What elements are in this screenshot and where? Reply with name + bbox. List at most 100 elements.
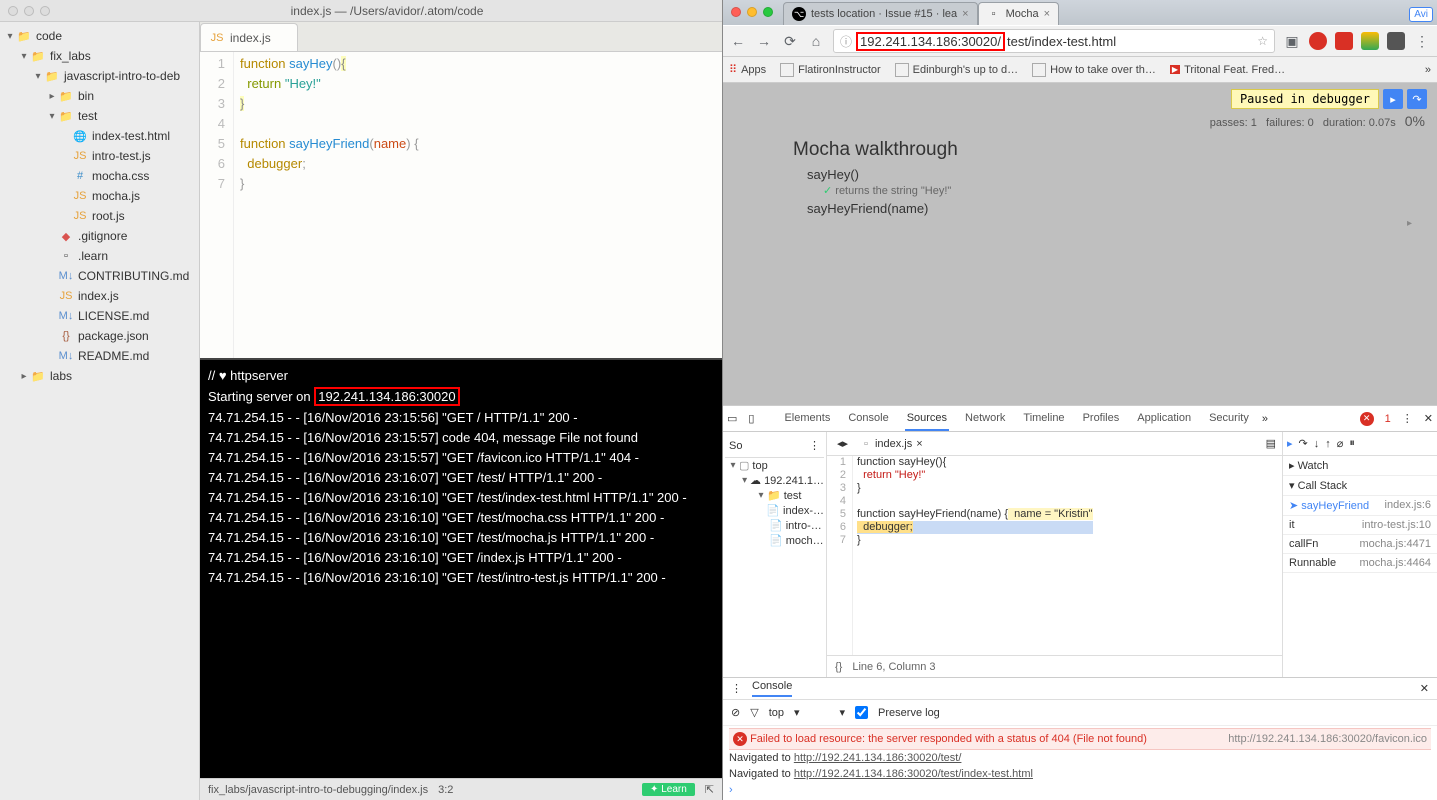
file-tree[interactable]: ▾📁code ▾📁fix_labs▾📁javascript-intro-to-d… xyxy=(0,22,200,800)
terminal[interactable]: // ♥ httpserver Starting server on 192.2… xyxy=(200,358,722,778)
tree-item[interactable]: ▾📁fix_labs xyxy=(0,46,199,66)
wrap-icon[interactable]: ▤ xyxy=(1266,437,1276,450)
max-dot[interactable] xyxy=(40,6,50,16)
preserve-log-checkbox[interactable] xyxy=(855,706,868,719)
nav-folder[interactable]: test xyxy=(784,490,802,502)
nav-file[interactable]: 📄intro-… xyxy=(725,518,824,533)
close-tab-icon[interactable]: × xyxy=(1044,8,1050,20)
editor-tabs[interactable]: JS index.js xyxy=(200,22,722,52)
pocket-icon[interactable] xyxy=(1387,32,1405,50)
nav-link[interactable]: http://192.241.134.186:30020/test/index-… xyxy=(794,768,1033,780)
sources-nav[interactable]: So⋮ ▾▢top ▾☁ 192.241.1… ▾📁test 📄index-…📄… xyxy=(723,432,827,677)
tree-item[interactable]: ▸📁labs xyxy=(0,366,199,386)
tree-item[interactable]: ◆.gitignore xyxy=(0,226,199,246)
deact-icon[interactable]: ⌀ xyxy=(1337,437,1344,450)
inspect-icon[interactable]: ▭ xyxy=(727,412,737,425)
tree-item[interactable]: JSroot.js xyxy=(0,206,199,226)
nav-host[interactable]: 192.241.1… xyxy=(764,475,824,487)
min-dot[interactable] xyxy=(747,7,757,17)
tab-index-js[interactable]: JS index.js xyxy=(200,23,298,51)
console-prompt[interactable]: › xyxy=(729,782,1431,798)
tree-item[interactable]: ▾📁test xyxy=(0,106,199,126)
browser-tab[interactable]: ⌥tests location · Issue #15 · lea× xyxy=(783,2,978,25)
traffic-lights[interactable] xyxy=(8,6,50,16)
reload-icon[interactable]: ⟳ xyxy=(781,32,799,50)
devtools-tab[interactable]: Security xyxy=(1207,407,1251,431)
code-pane[interactable]: 1234567 function sayHey(){ return "Hey!"… xyxy=(200,52,722,358)
nav-file[interactable]: 📄index-… xyxy=(725,503,824,518)
step-out-icon[interactable]: ↑ xyxy=(1325,438,1331,450)
tree-item[interactable]: ▾📁javascript-intro-to-deb xyxy=(0,66,199,86)
nav-link[interactable]: http://192.241.134.186:30020/test/ xyxy=(794,752,962,764)
tree-item[interactable]: M↓CONTRIBUTING.md xyxy=(0,266,199,286)
devtools-tab[interactable]: Sources xyxy=(905,407,949,431)
close-icon[interactable]: ✕ xyxy=(1424,412,1433,425)
tree-item[interactable]: ▸📁bin xyxy=(0,86,199,106)
devtools-tab[interactable]: Application xyxy=(1135,407,1193,431)
info-icon[interactable]: ⓘ xyxy=(840,33,852,50)
callstack-frame[interactable]: ➤ sayHeyFriendindex.js:6 xyxy=(1283,496,1437,516)
callstack-frame[interactable]: itintro-test.js:10 xyxy=(1283,516,1437,535)
error-count-icon[interactable]: ✕ xyxy=(1360,412,1374,426)
collapse-icon[interactable]: ▸ xyxy=(1407,218,1412,229)
tree-root[interactable]: ▾📁code xyxy=(0,26,199,46)
step-icon[interactable]: ↷ xyxy=(1407,89,1427,109)
source-tab-index[interactable]: ▫index.js × xyxy=(860,435,927,453)
step-in-icon[interactable]: ↓ xyxy=(1314,438,1320,450)
drive-icon[interactable] xyxy=(1361,32,1379,50)
home-icon[interactable]: ⌂ xyxy=(807,32,825,50)
tree-item[interactable]: ▫.learn xyxy=(0,246,199,266)
bookmark[interactable]: FlatironInstructor xyxy=(780,63,881,77)
suite[interactable]: sayHeyFriend(name) xyxy=(807,201,1433,216)
tree-item[interactable]: M↓LICENSE.md xyxy=(0,306,199,326)
back-icon[interactable]: ← xyxy=(729,32,747,50)
devtools-tab[interactable]: Timeline xyxy=(1021,407,1066,431)
bookmark[interactable]: ▶Tritonal Feat. Fred… xyxy=(1170,63,1285,77)
tree-item[interactable]: {}package.json xyxy=(0,326,199,346)
more-tabs-icon[interactable]: » xyxy=(1262,413,1268,425)
tree-item[interactable]: #mocha.css xyxy=(0,166,199,186)
bookmark[interactable]: ⠿Apps xyxy=(729,63,766,77)
tree-item[interactable]: JSindex.js xyxy=(0,286,199,306)
forward-icon[interactable]: → xyxy=(755,32,773,50)
close-tab-icon[interactable]: × xyxy=(962,8,968,20)
profile-badge[interactable]: Avi xyxy=(1409,7,1433,22)
min-dot[interactable] xyxy=(24,6,34,16)
test-pass[interactable]: returns the string "Hey!" xyxy=(823,184,1433,197)
watch-section[interactable]: ▸ Watch xyxy=(1283,456,1437,476)
callstack-frame[interactable]: Runnablemocha.js:4464 xyxy=(1283,554,1437,573)
suite[interactable]: sayHey() xyxy=(807,167,1433,182)
overflow-icon[interactable]: » xyxy=(1425,64,1431,76)
nav-top[interactable]: top xyxy=(752,460,767,472)
source-tab[interactable]: ◂▸ xyxy=(833,434,852,453)
settings-icon[interactable]: ⋮ xyxy=(1402,412,1413,425)
callstack-frame[interactable]: callFnmocha.js:4471 xyxy=(1283,535,1437,554)
devtools-tab[interactable]: Profiles xyxy=(1081,407,1122,431)
close-dot[interactable] xyxy=(731,7,741,17)
device-icon[interactable]: ▯ xyxy=(748,412,754,425)
devtools-tab[interactable]: Elements xyxy=(782,407,832,431)
ext-icon[interactable] xyxy=(1309,32,1327,50)
clear-icon[interactable]: ⊘ xyxy=(731,706,740,719)
menu-icon[interactable]: ⋮ xyxy=(1413,32,1431,50)
popout-icon[interactable]: ⇱ xyxy=(705,783,714,796)
cast-icon[interactable]: ▣ xyxy=(1283,32,1301,50)
close-dot[interactable] xyxy=(8,6,18,16)
frame-select[interactable]: top xyxy=(769,707,784,719)
pause-exc-icon[interactable]: ⏸ xyxy=(1349,437,1355,450)
code[interactable]: function sayHey(){ return "Hey!" } funct… xyxy=(234,52,419,358)
star-icon[interactable]: ☆ xyxy=(1257,34,1268,48)
drawer-menu-icon[interactable]: ⋮ xyxy=(731,682,742,695)
resume-icon[interactable]: ▸ xyxy=(1383,89,1403,109)
ext-icon[interactable] xyxy=(1335,32,1353,50)
address-bar[interactable]: ⓘ 192.241.134.186:30020/test/index-test.… xyxy=(833,29,1275,53)
devtools-tab[interactable]: Network xyxy=(963,407,1007,431)
console-log[interactable]: ✕ Failed to load resource: the server re… xyxy=(723,726,1437,800)
callstack-section[interactable]: ▾ Call Stack xyxy=(1283,476,1437,496)
close-drawer-icon[interactable]: ✕ xyxy=(1420,682,1429,695)
src-lines[interactable]: function sayHey(){ return "Hey!" } funct… xyxy=(853,456,1093,655)
chrome-traffic[interactable] xyxy=(731,7,773,17)
tree-item[interactable]: JSintro-test.js xyxy=(0,146,199,166)
resume-icon[interactable]: ▸ xyxy=(1287,437,1293,450)
learn-badge[interactable]: ✦ Learn xyxy=(642,783,695,796)
